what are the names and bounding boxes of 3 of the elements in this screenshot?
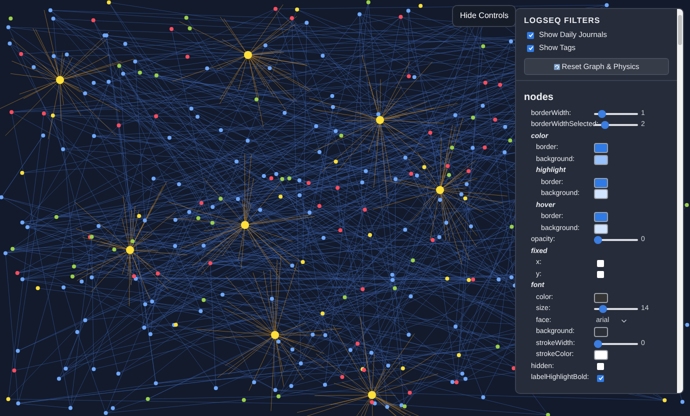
- section-title: nodes: [524, 92, 554, 103]
- filters-title: LOGSEQ FILTERS: [524, 15, 602, 27]
- hide-controls-button[interactable]: Hide Controls: [452, 5, 516, 27]
